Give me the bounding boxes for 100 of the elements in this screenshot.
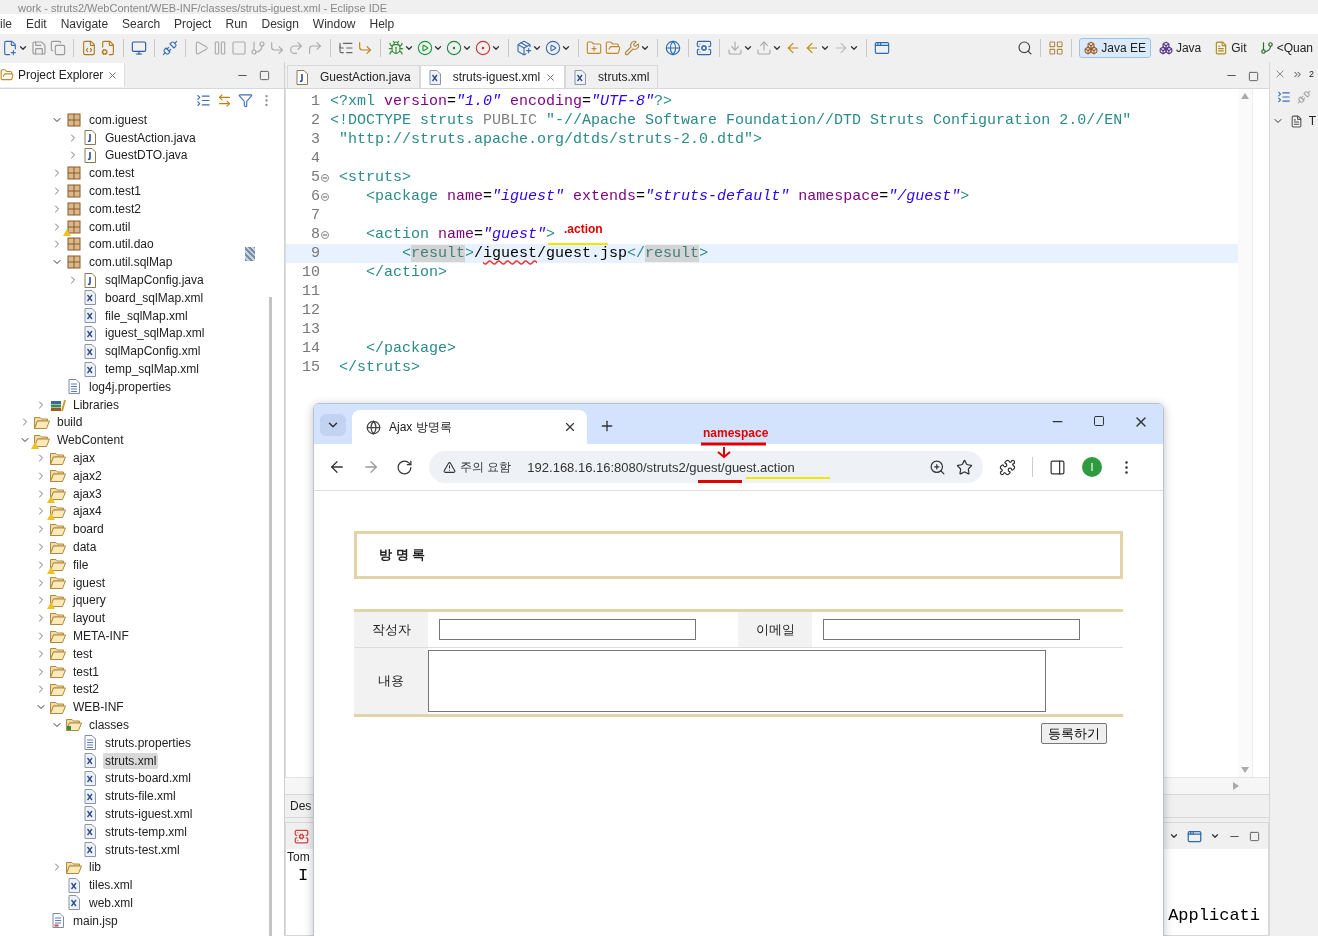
view-tab[interactable]: Project Explorer — [0, 63, 126, 87]
link-icon[interactable] — [217, 92, 232, 108]
grid-icon[interactable] — [1048, 40, 1065, 56]
caret-icon[interactable] — [640, 43, 650, 53]
profile-avatar[interactable]: I — [1082, 457, 1102, 477]
window-icon[interactable] — [874, 40, 890, 56]
tree-item[interactable]: file — [71, 556, 91, 573]
perspective-button[interactable]: <Quan — [1254, 38, 1318, 58]
branch-icon[interactable] — [250, 40, 266, 56]
menu-item[interactable]: ile — [0, 17, 12, 31]
forward-icon[interactable] — [362, 458, 380, 476]
tree-item[interactable]: GuestAction.java — [103, 129, 198, 146]
tree-item[interactable]: struts.xml — [103, 752, 159, 769]
folder-icon[interactable] — [605, 40, 621, 56]
tree-item[interactable]: temp_sqlMap.xml — [103, 361, 202, 378]
filter-icon[interactable] — [238, 92, 253, 108]
tree-item[interactable]: data — [71, 539, 99, 555]
tree-item[interactable]: com.test1 — [87, 183, 144, 200]
fold-icon[interactable] — [321, 192, 329, 201]
reload-icon[interactable] — [396, 458, 413, 476]
caret-icon[interactable] — [433, 43, 443, 53]
maximize-icon[interactable] — [1093, 415, 1105, 427]
menu-item[interactable]: Navigate — [60, 17, 109, 31]
editor-tab[interactable]: struts-iguest.xml — [419, 65, 566, 88]
menu-item[interactable]: Edit — [26, 17, 47, 31]
tree-item[interactable]: layout — [71, 610, 108, 627]
tree-item[interactable]: build — [55, 414, 85, 431]
perspective-button[interactable]: Git — [1209, 38, 1252, 58]
tree-item[interactable]: iguest — [71, 574, 108, 591]
submit-button[interactable]: 등록하기 — [1041, 723, 1107, 744]
caret-icon[interactable] — [462, 43, 472, 53]
search-icon[interactable] — [1017, 40, 1034, 56]
overflow-count[interactable]: 2 — [1309, 69, 1314, 79]
tree-item[interactable]: com.test — [87, 165, 137, 182]
tree-item[interactable]: WEB-INF — [71, 699, 126, 716]
globe-icon[interactable] — [665, 40, 681, 56]
tree-item[interactable]: META-INF — [71, 628, 131, 644]
new-file-icon[interactable] — [2, 40, 18, 56]
caret-icon[interactable] — [772, 43, 782, 53]
tree-item[interactable]: board_sqlMap.xml — [103, 289, 206, 306]
caret-icon[interactable] — [1169, 831, 1179, 841]
caret-icon[interactable] — [1210, 831, 1220, 841]
view-tab[interactable]: Des — [285, 799, 312, 813]
tree-item[interactable]: test2 — [71, 681, 101, 698]
plug-icon[interactable] — [162, 40, 178, 56]
tree-item[interactable]: ajax — [71, 450, 97, 467]
tree-item[interactable]: tiles.xml — [87, 877, 135, 894]
tree-item[interactable]: com.test2 — [87, 200, 144, 217]
scroll-up-icon[interactable] — [1241, 93, 1249, 99]
url-text[interactable]: 192.168.16.16:8080/struts2/guest/guest.action — [527, 459, 795, 475]
fold-icon[interactable] — [321, 173, 329, 182]
bug-icon[interactable] — [388, 40, 404, 56]
tree-item[interactable]: com.util.dao — [87, 236, 156, 253]
redo-icon[interactable] — [288, 40, 304, 56]
window-icon[interactable] — [1187, 828, 1202, 844]
caret-icon[interactable] — [820, 43, 830, 53]
collapse-all-icon[interactable] — [1277, 90, 1291, 104]
back-icon[interactable] — [328, 458, 346, 476]
tree-item[interactable]: test — [71, 645, 95, 662]
side-panel-icon[interactable] — [1049, 458, 1066, 476]
tab-search-button[interactable] — [320, 414, 346, 436]
caret-icon[interactable] — [404, 43, 414, 53]
menu-item[interactable]: Help — [369, 17, 395, 31]
folder-plus-icon[interactable] — [586, 40, 602, 56]
caret-icon[interactable] — [491, 43, 501, 53]
pause-icon[interactable] — [212, 40, 228, 56]
tree-item[interactable]: sqlMapConfig.java — [103, 272, 206, 289]
menu-item[interactable]: Design — [261, 17, 299, 31]
text-area[interactable] — [428, 650, 1046, 712]
list-icon[interactable] — [338, 40, 354, 56]
tree-item[interactable]: classes — [87, 717, 131, 733]
zoom-icon[interactable] — [929, 458, 946, 476]
tree-item[interactable]: struts-temp.xml — [103, 823, 189, 840]
input-field[interactable] — [823, 619, 1080, 640]
tree-item[interactable]: struts-board.xml — [103, 770, 194, 787]
caret-icon[interactable] — [532, 43, 542, 53]
puzzle-icon[interactable] — [999, 458, 1016, 476]
monitor-icon[interactable] — [131, 40, 147, 56]
tree-item[interactable]: com.iguest — [87, 111, 150, 128]
menu-item[interactable]: Search — [122, 17, 161, 31]
close-icon[interactable] — [563, 420, 577, 434]
tree-item[interactable]: jquery — [71, 592, 108, 609]
tree-item[interactable]: board — [71, 521, 106, 538]
tree-item[interactable]: lib — [87, 859, 103, 876]
collapse-all-icon[interactable] — [196, 92, 211, 108]
tree-item[interactable]: test1 — [71, 663, 101, 680]
tree-item[interactable]: com.util — [87, 218, 133, 235]
security-chip[interactable]: 주의 요함 — [437, 456, 518, 478]
tree-item[interactable]: Libraries — [71, 396, 122, 413]
menu-item[interactable]: Run — [225, 17, 248, 31]
tree-item[interactable]: sqlMapConfig.xml — [103, 343, 203, 360]
tree-item[interactable]: file_sqlMap.xml — [103, 307, 190, 324]
tree-item[interactable]: struts-test.xml — [103, 841, 182, 858]
scroll-down-icon[interactable] — [1241, 767, 1249, 773]
caret-icon[interactable] — [849, 43, 859, 53]
tree-item[interactable]: T — [1308, 114, 1317, 128]
perspective-button[interactable]: Java EE — [1079, 38, 1151, 58]
tree-item[interactable]: ajax3 — [71, 485, 104, 502]
scroll-right-icon[interactable] — [1233, 782, 1239, 790]
new-package-icon[interactable] — [516, 40, 532, 56]
